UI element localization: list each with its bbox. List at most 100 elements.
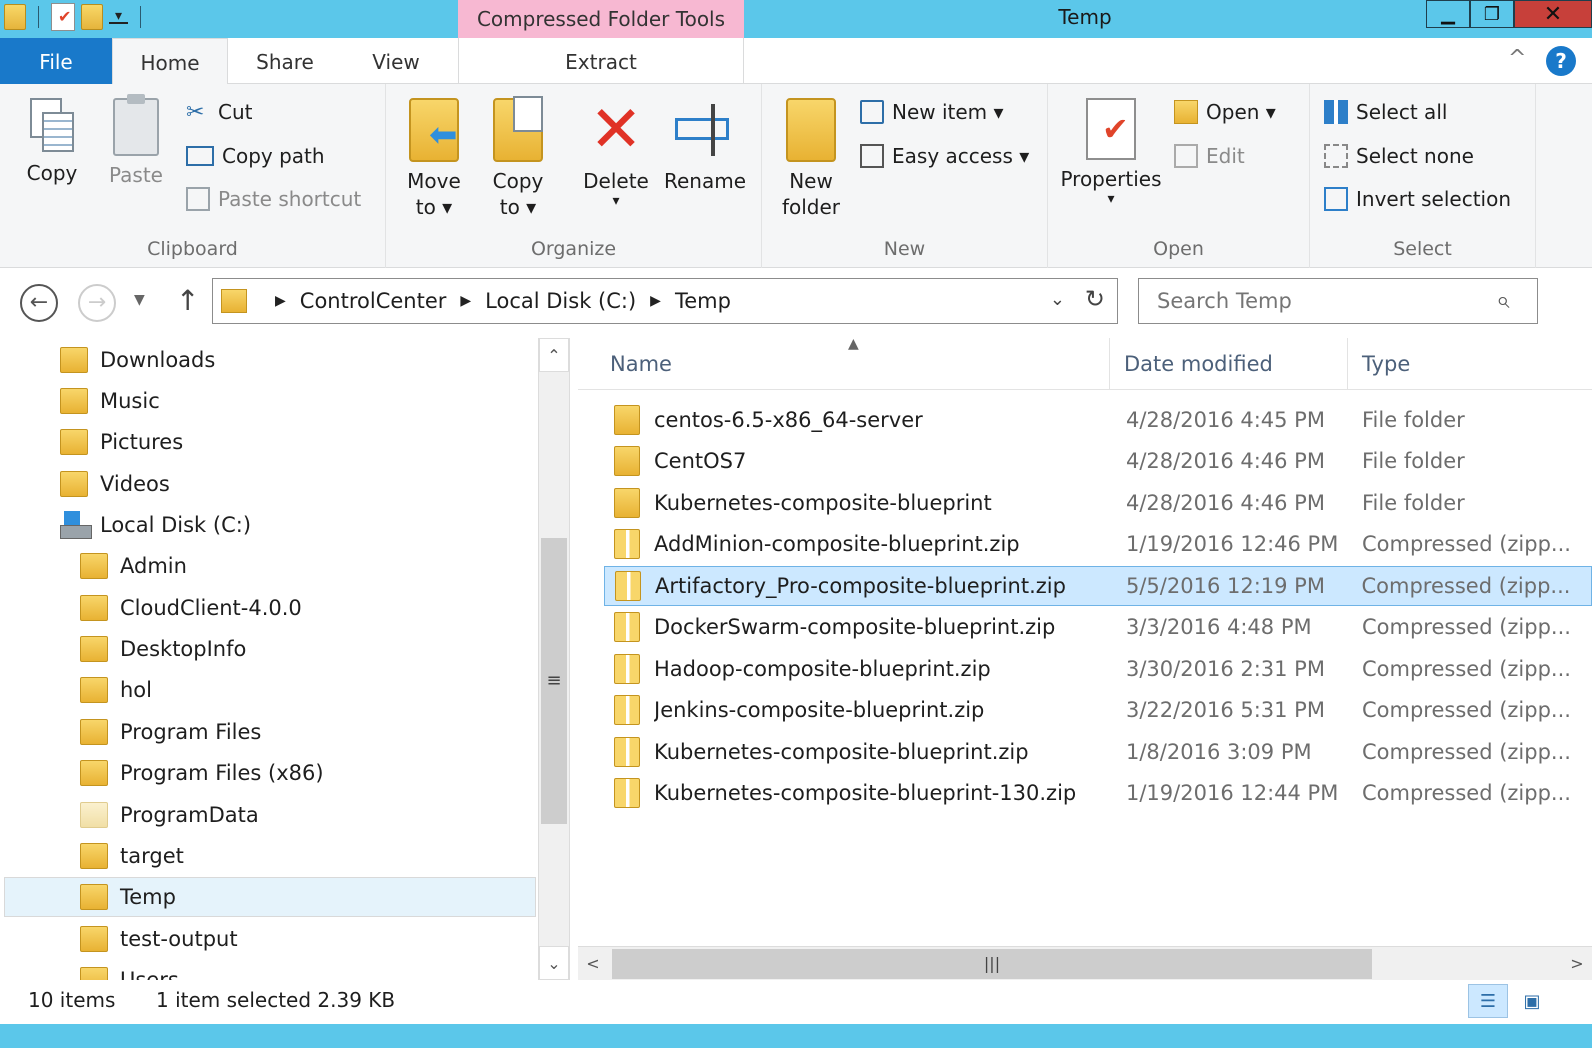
nav-item-cloudclient[interactable]: CloudClient-4.0.0 (4, 588, 536, 628)
nav-item-pictures[interactable]: Pictures (4, 422, 536, 462)
select-none-button[interactable]: Select none (1324, 144, 1474, 168)
file-row[interactable]: AddMinion-composite-blueprint.zip 1/19/2… (604, 524, 1592, 564)
minimize-button[interactable]: ▁ (1426, 0, 1470, 28)
file-type: File folder (1362, 408, 1465, 432)
scrollbar-thumb[interactable]: ||| (612, 949, 1372, 979)
breadcrumb-local-disk[interactable]: Local Disk (C:) (485, 289, 636, 313)
invert-selection-button[interactable]: Invert selection (1324, 187, 1511, 211)
refresh-icon[interactable]: ↻ (1085, 285, 1105, 313)
delete-dropdown-icon[interactable]: ▾ (580, 194, 652, 208)
up-button[interactable]: ↑ (176, 284, 199, 317)
nav-item-temp[interactable]: Temp (4, 877, 536, 917)
file-row[interactable]: Jenkins-composite-blueprint.zip 3/22/201… (604, 690, 1592, 730)
tab-share[interactable]: Share (244, 38, 326, 84)
column-header-date-modified[interactable]: Date modified (1110, 338, 1348, 390)
close-button[interactable]: ✕ (1514, 0, 1592, 28)
tab-file[interactable]: File (0, 38, 112, 84)
nav-item-program-files[interactable]: Program Files (4, 712, 536, 752)
maximize-button[interactable]: ❐ (1470, 0, 1514, 28)
file-row[interactable]: Hadoop-composite-blueprint.zip 3/30/2016… (604, 649, 1592, 689)
nav-item-label: test-output (120, 927, 238, 951)
scroll-up-icon[interactable]: ⌃ (539, 338, 569, 372)
column-header-name[interactable]: ▲ Name (578, 338, 1110, 390)
file-row[interactable]: Kubernetes-composite-blueprint 4/28/2016… (604, 483, 1592, 523)
tab-view[interactable]: View (360, 38, 432, 84)
delete-icon: ✕ (589, 93, 643, 167)
nav-item-desktopinfo[interactable]: DesktopInfo (4, 629, 536, 669)
new-folder-icon[interactable] (81, 4, 103, 30)
new-folder-button[interactable]: New folder (776, 98, 846, 220)
minimize-ribbon-icon[interactable]: ^ (1508, 46, 1526, 71)
breadcrumb-separator-icon[interactable]: ▶ (460, 293, 471, 309)
file-date: 4/28/2016 4:46 PM (1126, 491, 1325, 515)
breadcrumb-temp[interactable]: Temp (675, 289, 731, 313)
help-icon[interactable]: ? (1546, 46, 1576, 76)
copy-to-button[interactable]: Copy to ▾ (486, 96, 550, 220)
column-header-type[interactable]: Type (1348, 338, 1592, 390)
nav-item-target[interactable]: target (4, 836, 536, 876)
recent-locations-dropdown[interactable]: ▼ (134, 292, 145, 308)
cut-button[interactable]: ✂ Cut (186, 100, 252, 125)
move-to-button[interactable]: Move to ▾ (402, 98, 466, 220)
scroll-down-icon[interactable]: ⌄ (539, 946, 569, 980)
tab-home[interactable]: Home (112, 38, 228, 85)
back-button[interactable]: ← (20, 284, 58, 322)
navigation-pane-scrollbar[interactable]: ⌃ ≡ ⌄ (538, 338, 570, 980)
select-all-button[interactable]: Select all (1324, 100, 1447, 124)
tab-extract[interactable]: Extract (458, 38, 744, 84)
file-row[interactable]: Kubernetes-composite-blueprint.zip 1/8/2… (604, 732, 1592, 772)
properties-icon[interactable] (51, 3, 75, 31)
copy-path-button[interactable]: Copy path (186, 144, 325, 168)
easy-access-button[interactable]: Easy access ▾ (860, 144, 1029, 168)
folder-icon[interactable] (4, 4, 26, 30)
scroll-right-icon[interactable]: > (1562, 947, 1592, 981)
folder-icon (80, 636, 108, 662)
properties-button[interactable]: Properties ▾ (1058, 98, 1164, 206)
delete-button[interactable]: ✕ Delete ▾ (580, 98, 652, 208)
address-dropdown-icon[interactable]: ⌄ (1050, 289, 1065, 310)
breadcrumb-separator-icon[interactable]: ▶ (650, 293, 661, 309)
rename-button[interactable]: Rename (660, 98, 750, 194)
nav-item-downloads[interactable]: Downloads (4, 340, 536, 380)
open-button[interactable]: Open ▾ (1174, 100, 1276, 124)
search-icon[interactable]: ⌕ (1496, 286, 1509, 314)
breadcrumb-controlcenter[interactable]: ControlCenter (300, 289, 447, 313)
file-type: Compressed (zipp... (1362, 657, 1571, 681)
file-date: 3/30/2016 2:31 PM (1126, 657, 1325, 681)
nav-item-admin[interactable]: Admin (4, 546, 536, 586)
file-row[interactable]: Kubernetes-composite-blueprint-130.zip 1… (604, 773, 1592, 813)
forward-button[interactable]: → (78, 284, 116, 322)
file-date: 1/19/2016 12:44 PM (1126, 781, 1339, 805)
nav-item-users[interactable]: Users (4, 960, 536, 980)
nav-item-programdata[interactable]: ProgramData (4, 795, 536, 835)
title-bar: ▾ Compressed Folder Tools Temp ▁ ❐ ✕ (0, 0, 1592, 38)
nav-item-hol[interactable]: hol (4, 670, 536, 710)
file-list-horizontal-scrollbar[interactable]: < ||| > (578, 946, 1592, 980)
nav-item-test-output[interactable]: test-output (4, 919, 536, 959)
edit-button[interactable]: Edit (1174, 144, 1245, 168)
scroll-left-icon[interactable]: < (578, 947, 608, 981)
new-item-button[interactable]: New item ▾ (860, 100, 1004, 124)
paste-button[interactable]: Paste (106, 94, 166, 188)
file-row[interactable]: centos-6.5-x86_64-server 4/28/2016 4:45 … (604, 400, 1592, 440)
properties-dropdown-icon[interactable]: ▾ (1058, 192, 1164, 206)
file-name: Kubernetes-composite-blueprint (654, 491, 992, 515)
nav-item-music[interactable]: Music (4, 381, 536, 421)
breadcrumb-separator-icon[interactable]: ▶ (275, 293, 286, 309)
customize-toolbar-dropdown[interactable]: ▾ (109, 9, 129, 24)
address-bar[interactable]: ▶ ControlCenter ▶ Local Disk (C:) ▶ Temp… (212, 278, 1118, 324)
nav-item-videos[interactable]: Videos (4, 464, 536, 504)
paste-shortcut-button[interactable]: Paste shortcut (186, 187, 361, 211)
file-row[interactable]: CentOS7 4/28/2016 4:46 PM File folder (604, 441, 1592, 481)
file-row[interactable]: DockerSwarm-composite-blueprint.zip 3/3/… (604, 607, 1592, 647)
nav-item-label: DesktopInfo (120, 637, 247, 661)
scrollbar-thumb[interactable]: ≡ (541, 538, 567, 824)
file-row-selected[interactable]: Artifactory_Pro-composite-blueprint.zip … (604, 566, 1592, 606)
copy-button[interactable]: Copy (22, 98, 82, 186)
nav-item-label: Local Disk (C:) (100, 513, 252, 537)
nav-item-local-disk[interactable]: Local Disk (C:) (4, 505, 536, 545)
details-view-icon[interactable]: ☰ (1468, 984, 1508, 1018)
large-icons-view-icon[interactable]: ▣ (1512, 984, 1552, 1018)
nav-item-program-files-x86[interactable]: Program Files (x86) (4, 753, 536, 793)
search-input[interactable] (1138, 278, 1538, 324)
